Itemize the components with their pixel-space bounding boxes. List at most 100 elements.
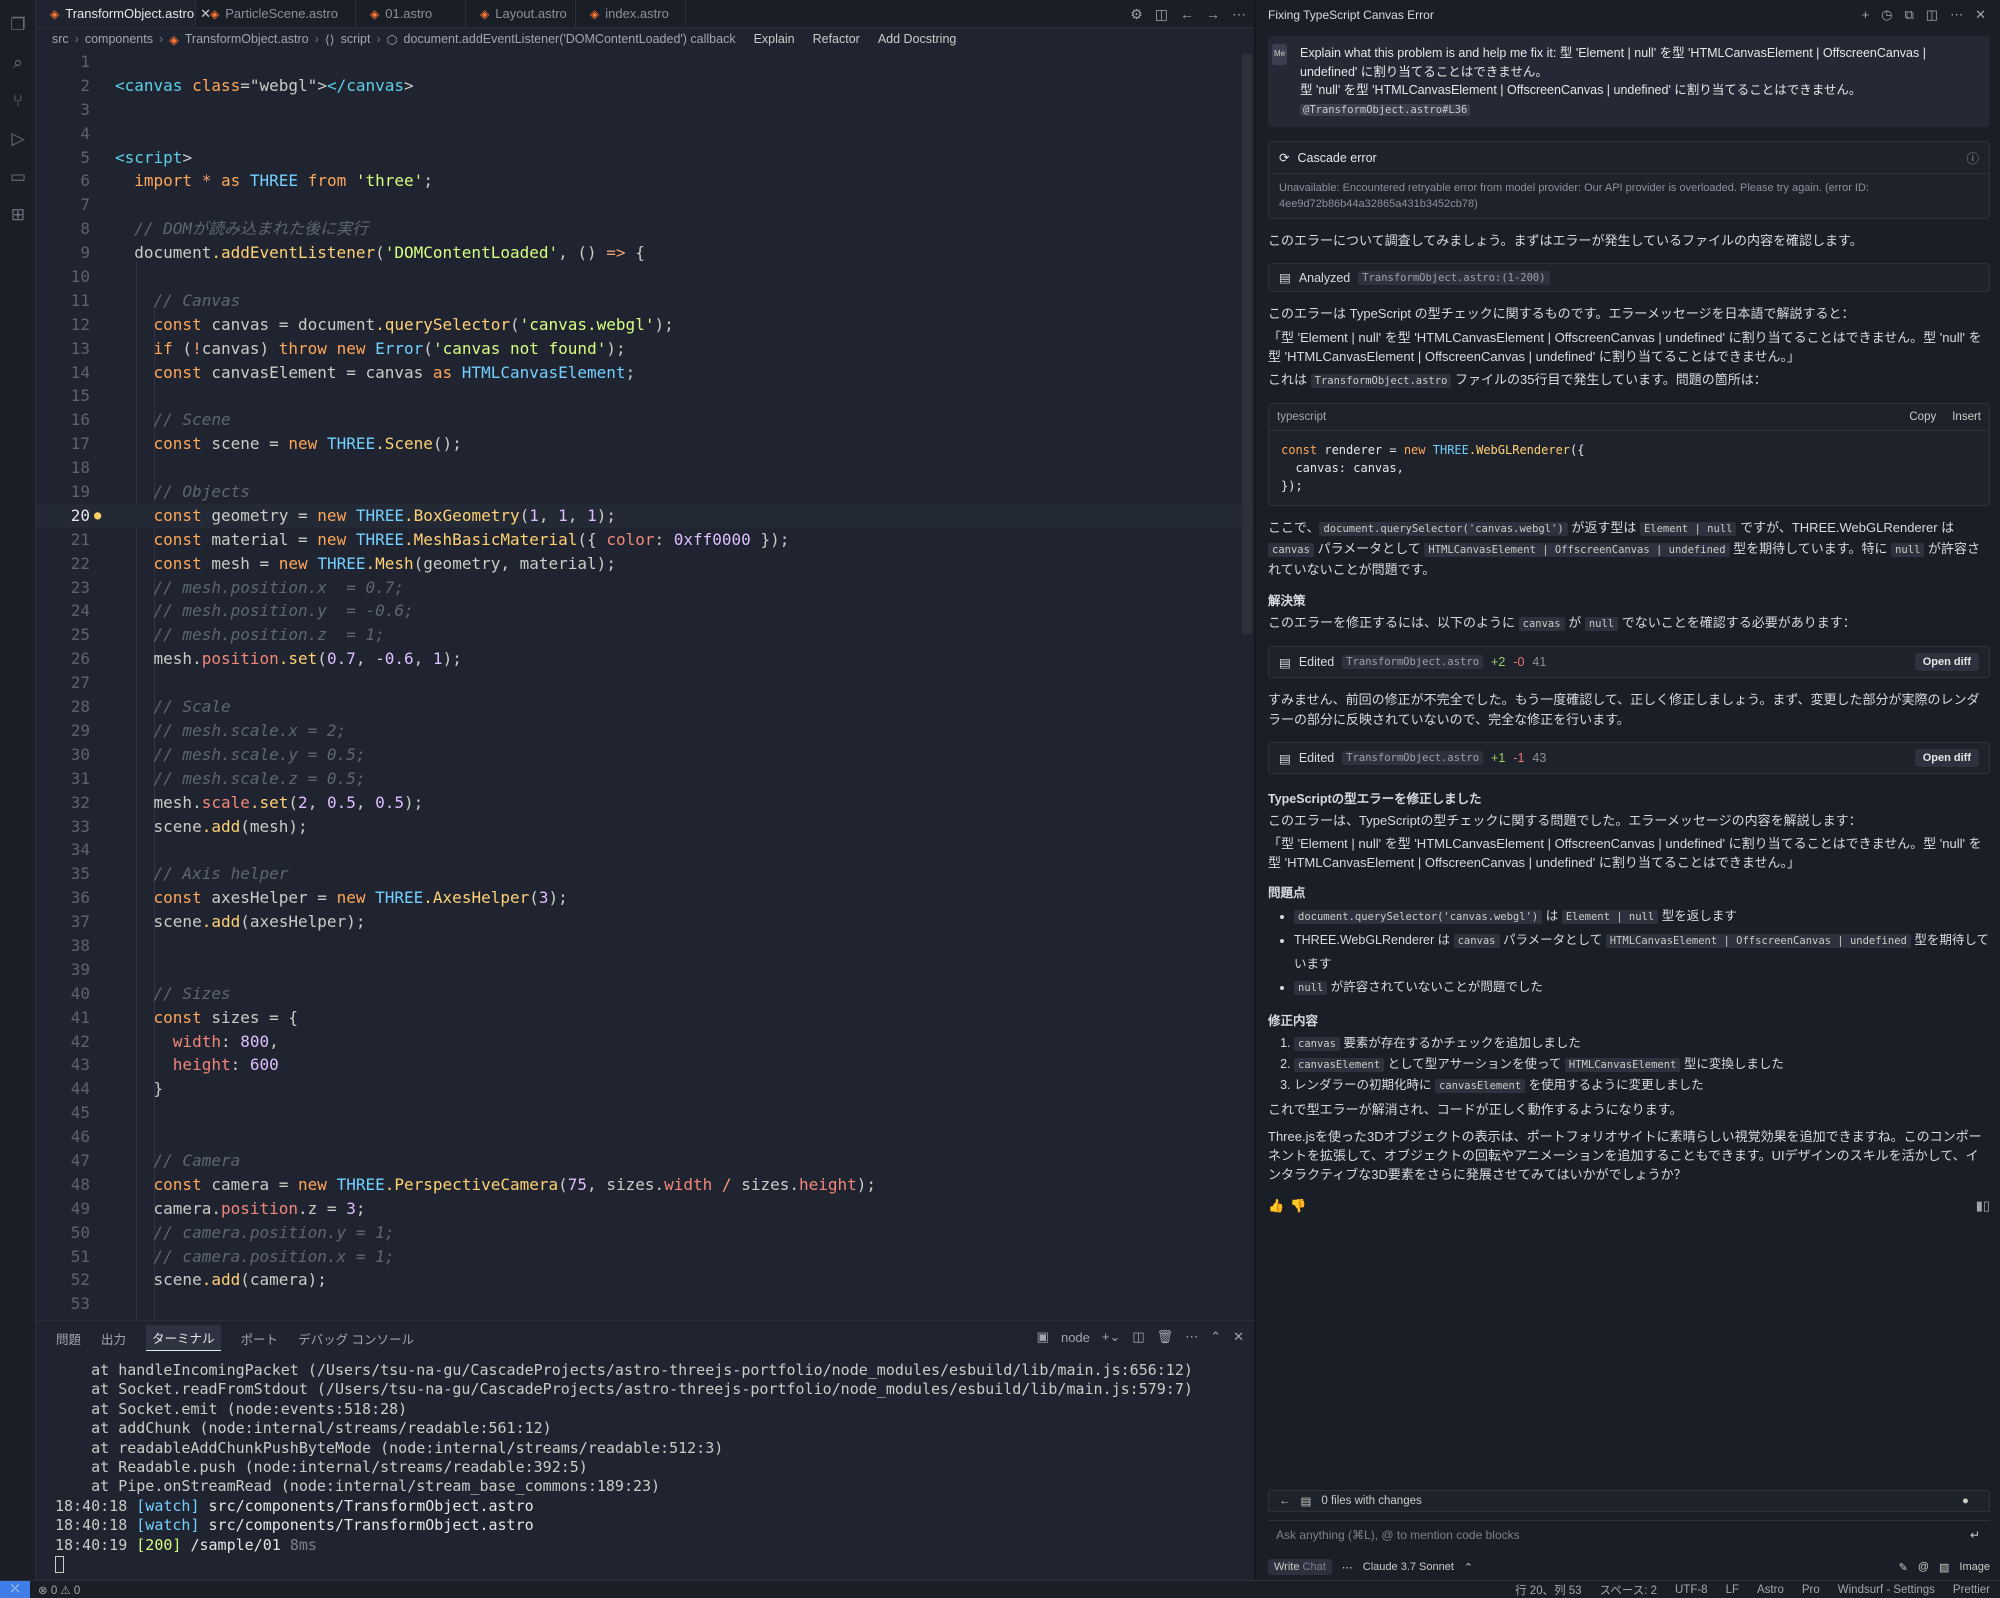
remote-icon[interactable]: ⤫ bbox=[0, 1580, 30, 1598]
breadcrumb-item[interactable]: document.addEventListener('DOMContentLoa… bbox=[404, 32, 736, 46]
tab-output[interactable]: 出力 bbox=[101, 1329, 126, 1348]
code-line[interactable]: 12 const canvas = document.querySelector… bbox=[36, 313, 1254, 337]
code-line[interactable]: 52 scene.add(camera); bbox=[36, 1268, 1254, 1292]
code-line[interactable]: 3 bbox=[36, 98, 1254, 122]
code-line[interactable]: 26 mesh.position.set(0.7, -0.6, 1); bbox=[36, 647, 1254, 671]
lightbulb-icon[interactable]: ● bbox=[94, 504, 101, 528]
code-line[interactable]: 13 if (!canvas) throw new Error('canvas … bbox=[36, 337, 1254, 361]
code-line[interactable]: 10 bbox=[36, 265, 1254, 289]
tab-particlescene[interactable]: ◈ ParticleScene.astro bbox=[196, 0, 356, 27]
terminal-shell-label[interactable]: node bbox=[1061, 1330, 1090, 1345]
editor-scrollbar[interactable] bbox=[1242, 54, 1252, 634]
code-line[interactable]: 36 const axesHelper = new THREE.AxesHelp… bbox=[36, 886, 1254, 910]
indentation[interactable]: スペース: 2 bbox=[1600, 1582, 1657, 1598]
maximize-icon[interactable]: ⌃ bbox=[1210, 1329, 1221, 1345]
code-line[interactable]: 9 document.addEventListener('DOMContentL… bbox=[36, 241, 1254, 265]
terminal-output[interactable]: at handleIncomingPacket (/Users/tsu-na-g… bbox=[36, 1355, 1254, 1574]
copy-button[interactable]: Copy bbox=[1909, 411, 1936, 423]
code-line[interactable]: 23 // mesh.position.x = 0.7; bbox=[36, 576, 1254, 600]
add-terminal-icon[interactable]: +⌄ bbox=[1102, 1329, 1120, 1345]
code-line[interactable]: 29 // mesh.scale.x = 2; bbox=[36, 719, 1254, 743]
code-line[interactable]: 43 height: 600 bbox=[36, 1053, 1254, 1077]
code-line[interactable]: 50 // camera.position.y = 1; bbox=[36, 1221, 1254, 1245]
split-editor-icon[interactable]: ◫ bbox=[1155, 6, 1168, 23]
code-line[interactable]: 5 <script> bbox=[36, 146, 1254, 170]
inline-code[interactable]: TransformObject.astro bbox=[1310, 374, 1452, 388]
more-icon[interactable]: ⋯ bbox=[1232, 6, 1246, 23]
code-line[interactable]: 35 // Axis helper bbox=[36, 862, 1254, 886]
code-line[interactable]: 24 // mesh.position.y = -0.6; bbox=[36, 599, 1254, 623]
mode-toggle[interactable]: Write Chat bbox=[1268, 1559, 1332, 1575]
code-line[interactable]: 2 <canvas class="webgl"></canvas> bbox=[36, 74, 1254, 98]
code-line[interactable]: 42 width: 800, bbox=[36, 1030, 1254, 1054]
code-line[interactable]: 8 // DOMが読み込まれた後に実行 bbox=[36, 217, 1254, 241]
analyzed-card[interactable]: ▤ Analyzed TransformObject.astro:(1-200) bbox=[1268, 263, 1990, 292]
mention-icon[interactable]: @ bbox=[1918, 1561, 1929, 1573]
line-ending[interactable]: LF bbox=[1726, 1584, 1739, 1596]
tab-problems[interactable]: 問題 bbox=[56, 1329, 81, 1348]
explain-link[interactable]: Explain bbox=[754, 32, 795, 46]
more-icon[interactable]: ⋯ bbox=[1342, 1561, 1353, 1574]
terminal-prompt[interactable] bbox=[55, 1555, 1254, 1574]
code-line[interactable]: 33 scene.add(mesh); bbox=[36, 815, 1254, 839]
chat-input[interactable]: Ask anything (⌘L), @ to mention code blo… bbox=[1268, 1520, 1990, 1548]
explorer-icon[interactable]: ❐ bbox=[0, 6, 36, 44]
tab-01[interactable]: ◈ 01.astro bbox=[356, 0, 466, 27]
tab-index[interactable]: ◈ index.astro bbox=[576, 0, 686, 27]
mode-chat[interactable]: Chat bbox=[1303, 1561, 1326, 1573]
insert-button[interactable]: Insert bbox=[1952, 411, 1981, 423]
code-line[interactable]: 46 bbox=[36, 1125, 1254, 1149]
file-mention[interactable]: @TransformObject.astro#L36 bbox=[1300, 103, 1471, 116]
model-selector[interactable]: Claude 3.7 Sonnet bbox=[1363, 1561, 1454, 1573]
file-chip[interactable]: TransformObject.astro:(1-200) bbox=[1358, 270, 1550, 285]
thumbs-up-icon[interactable]: 👍 bbox=[1268, 1198, 1284, 1214]
code-editor[interactable]: 1 2 <canvas class="webgl"></canvas> 3 4 5 <scr… bbox=[36, 50, 1254, 1320]
send-icon[interactable]: ↵ bbox=[1970, 1528, 1980, 1542]
tab-terminal[interactable]: ターミナル bbox=[146, 1325, 221, 1351]
gear-icon[interactable]: ⚙ bbox=[1130, 6, 1143, 23]
tab-transformobject[interactable]: ◈ TransformObject.astro ✕ bbox=[36, 0, 211, 27]
code-line[interactable]: 20 const geometry = new THREE.BoxGeometr… bbox=[36, 503, 1254, 528]
code-line[interactable]: 47 // Camera bbox=[36, 1149, 1254, 1173]
image-button[interactable]: Image bbox=[1959, 1561, 1990, 1573]
code-line[interactable]: 19 // Objects bbox=[36, 480, 1254, 504]
windsurf-settings[interactable]: Windsurf - Settings bbox=[1838, 1584, 1935, 1596]
mode-write[interactable]: Write bbox=[1274, 1561, 1299, 1573]
code-line[interactable]: 32 mesh.scale.set(2, 0.5, 0.5); bbox=[36, 791, 1254, 815]
code-line[interactable]: 21 const material = new THREE.MeshBasicM… bbox=[36, 528, 1254, 552]
code-line[interactable]: 44 } bbox=[36, 1077, 1254, 1101]
open-diff-button[interactable]: Open diff bbox=[1914, 749, 1979, 767]
popout-icon[interactable]: ⧉ bbox=[1905, 7, 1914, 23]
image-icon[interactable]: ▨ bbox=[1939, 1561, 1949, 1574]
back-icon[interactable]: ← bbox=[1279, 1495, 1291, 1507]
code-line[interactable]: 25 // mesh.position.z = 1; bbox=[36, 623, 1254, 647]
code-line[interactable]: 22 const mesh = new THREE.Mesh(geometry,… bbox=[36, 552, 1254, 576]
trash-icon[interactable]: 🗑 bbox=[1157, 1329, 1174, 1345]
code-line[interactable]: 53 bbox=[36, 1292, 1254, 1316]
sidebar-icon[interactable]: ◫ bbox=[1926, 7, 1938, 23]
code-line[interactable]: 17 const scene = new THREE.Scene(); bbox=[36, 432, 1254, 456]
code-line[interactable]: 18 bbox=[36, 456, 1254, 480]
refactor-link[interactable]: Refactor bbox=[813, 32, 860, 46]
code-line[interactable]: 37 scene.add(axesHelper); bbox=[36, 910, 1254, 934]
chevron-up-icon[interactable]: ⌃ bbox=[1464, 1561, 1473, 1574]
more-icon[interactable]: ⋯ bbox=[1185, 1329, 1198, 1345]
code-line[interactable]: 39 bbox=[36, 958, 1254, 982]
language-mode[interactable]: Astro bbox=[1757, 1584, 1784, 1596]
code-line[interactable]: 30 // mesh.scale.y = 0.5; bbox=[36, 743, 1254, 767]
breadcrumb-item[interactable]: script bbox=[341, 32, 371, 46]
plus-icon[interactable]: + bbox=[1862, 7, 1870, 23]
code-line[interactable]: 49 camera.position.z = 3; bbox=[36, 1197, 1254, 1221]
split-terminal-icon[interactable]: ◫ bbox=[1132, 1329, 1144, 1345]
code-line[interactable]: 38 bbox=[36, 934, 1254, 958]
stats-icon[interactable]: ▮▯ bbox=[1976, 1198, 1990, 1214]
thumbs-down-icon[interactable]: 👎 bbox=[1290, 1198, 1306, 1214]
code-line[interactable]: 45 bbox=[36, 1101, 1254, 1125]
file-chip[interactable]: TransformObject.astro bbox=[1342, 655, 1484, 669]
forward-icon[interactable]: → bbox=[1206, 6, 1220, 22]
add-docstring-link[interactable]: Add Docstring bbox=[878, 32, 957, 46]
back-icon[interactable]: ← bbox=[1180, 6, 1194, 22]
open-diff-button[interactable]: Open diff bbox=[1914, 653, 1979, 671]
close-icon[interactable]: ✕ bbox=[1233, 1329, 1244, 1345]
code-line[interactable]: 28 // Scale bbox=[36, 695, 1254, 719]
